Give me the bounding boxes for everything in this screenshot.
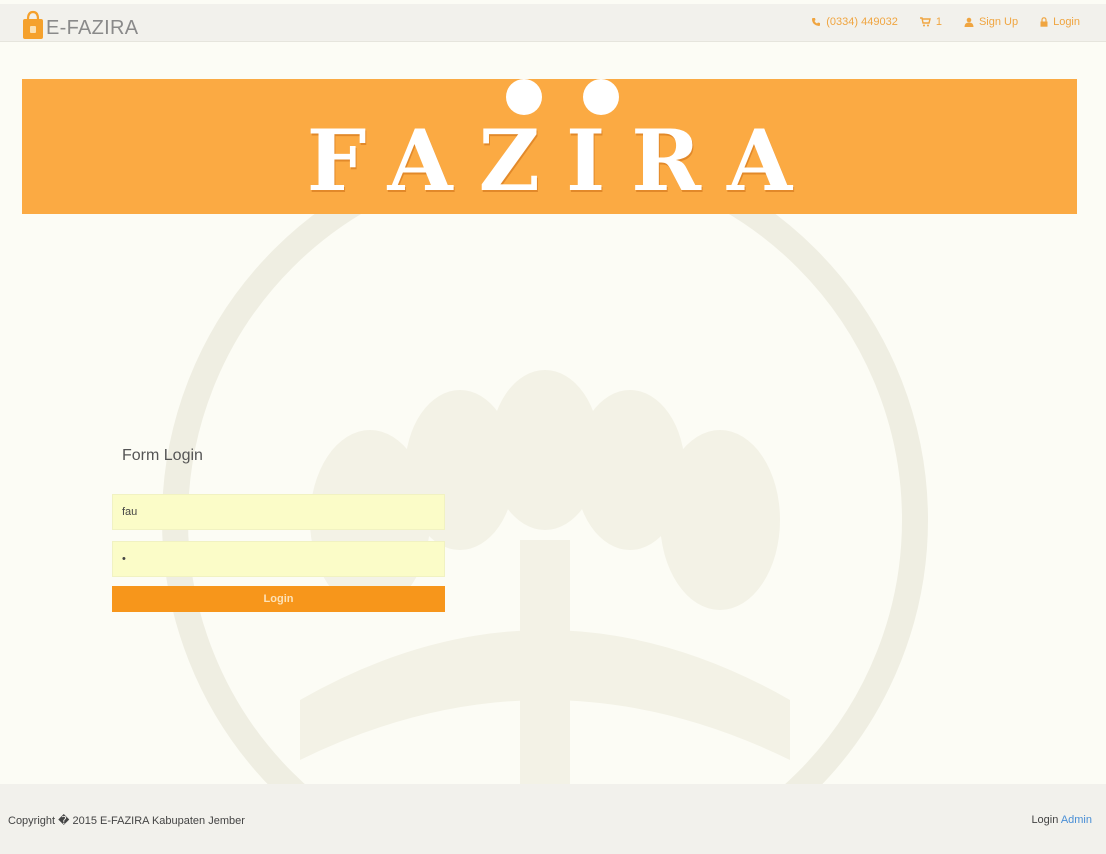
form-title: Form Login [122, 447, 203, 464]
login-label: Login [1053, 16, 1080, 28]
phone-number: (0334) 449032 [826, 16, 898, 28]
brand-logo[interactable]: E-FAZIRA [22, 6, 138, 40]
username-input[interactable]: fau [112, 494, 445, 530]
cart-icon [919, 17, 931, 27]
signup-label: Sign Up [978, 16, 1019, 28]
banner-title: FAZIRA [306, 111, 819, 210]
admin-link[interactable]: Admin [1061, 814, 1092, 826]
footer-login-label: Login [1031, 814, 1059, 826]
page: E-FAZIRA (0334) 449032 1 Sign Up Login F… [0, 0, 1106, 854]
copyright-text: Copyright � 2015 E-FAZIRA Kabupaten Jemb… [8, 815, 245, 827]
banner-dot [506, 79, 542, 115]
top-navbar: E-FAZIRA (0334) 449032 1 Sign Up Login [0, 4, 1106, 42]
hero-banner: FAZIRA [22, 79, 1077, 214]
password-input[interactable]: • [112, 541, 445, 577]
username-value: fau [122, 506, 138, 518]
banner-dot [583, 79, 619, 115]
nav-cart[interactable]: 1 [919, 16, 942, 28]
login-button[interactable]: Login [112, 586, 445, 612]
shopping-bag-icon [22, 10, 44, 40]
nav-links: (0334) 449032 1 Sign Up Login [811, 16, 1080, 28]
phone-icon [811, 17, 821, 27]
cart-count: 1 [935, 16, 942, 28]
nav-phone[interactable]: (0334) 449032 [811, 16, 898, 28]
user-icon [964, 17, 974, 27]
footer-admin-login: Login Admin [1031, 814, 1092, 826]
nav-signup[interactable]: Sign Up [964, 16, 1018, 28]
nav-login[interactable]: Login [1040, 16, 1080, 28]
footer: Copyright � 2015 E-FAZIRA Kabupaten Jemb… [0, 784, 1106, 854]
brand-name: E-FAZIRA [46, 17, 139, 39]
password-value: • [122, 553, 126, 565]
lock-icon [1040, 17, 1048, 27]
